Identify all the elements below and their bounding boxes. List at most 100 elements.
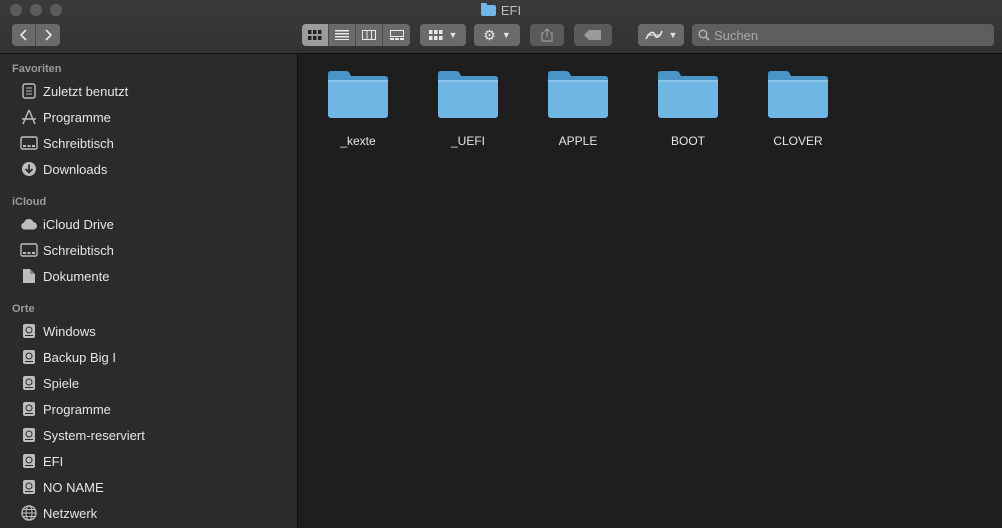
- folder-item[interactable]: CLOVER: [738, 70, 848, 150]
- tags-button[interactable]: [574, 24, 612, 46]
- chevron-right-icon: [45, 29, 53, 41]
- sidebar-item-no-name[interactable]: NO NAME: [20, 475, 104, 499]
- cloud-icon: [20, 215, 38, 233]
- sidebar-section-favorites: Favoriten: [12, 63, 62, 75]
- disk-icon: [20, 478, 38, 496]
- tag-icon: [584, 30, 601, 40]
- view-mode-control: [302, 24, 410, 46]
- search-icon: [698, 29, 710, 41]
- applications-icon: [20, 108, 38, 126]
- sidebar-section-icloud: iCloud: [12, 196, 47, 208]
- gallery-view-button[interactable]: [383, 24, 410, 46]
- folder-name: BOOT: [670, 134, 705, 148]
- sidebar-item-label: Programme: [43, 109, 111, 125]
- column-view-button[interactable]: [356, 24, 383, 46]
- grid-icon: [428, 30, 443, 40]
- sidebar-item-desktop[interactable]: Schreibtisch: [20, 131, 114, 155]
- disk-icon: [20, 426, 38, 444]
- list-view-icon: [335, 30, 349, 40]
- sidebar-item-label: Dokumente: [43, 268, 110, 284]
- icon-view-button[interactable]: [302, 24, 329, 46]
- sidebar-item-network[interactable]: Netzwerk: [20, 501, 97, 525]
- desktop-icon: [20, 241, 38, 259]
- sidebar-item-windows[interactable]: Windows: [20, 319, 96, 343]
- sidebar-item-downloads[interactable]: Downloads: [20, 157, 107, 181]
- chevron-down-icon: ▼: [448, 30, 458, 40]
- search-input[interactable]: [714, 24, 984, 46]
- sidebar-item-label: Schreibtisch: [43, 242, 114, 258]
- signature-icon: [644, 30, 663, 40]
- sidebar-item-label: Backup Big I: [43, 349, 116, 365]
- disk-icon: [20, 322, 38, 340]
- forward-button[interactable]: [36, 24, 60, 46]
- disk-icon: [20, 348, 38, 366]
- file-browser-content: _kexte _UEFI APPLE BOOT CLOVER: [298, 54, 1002, 528]
- sidebar-item-system-reserviert[interactable]: System-reserviert: [20, 423, 145, 447]
- sidebar-item-programme-disk[interactable]: Programme: [20, 397, 111, 421]
- window-title: EFI: [500, 3, 522, 18]
- folder-icon: [548, 71, 608, 118]
- gallery-view-icon: [389, 30, 404, 40]
- network-icon: [20, 504, 38, 522]
- folder-name: _UEFI: [450, 134, 485, 148]
- sidebar-item-label: Downloads: [43, 161, 108, 177]
- sidebar-item-label: System-reserviert: [43, 427, 145, 443]
- disk-icon: [20, 452, 38, 470]
- list-view-button[interactable]: [329, 24, 356, 46]
- folder-name: APPLE: [558, 134, 598, 148]
- finder-window: EFI ▼ ⚙ ▼ ▼ Suchen Favoriten Zuletzt ben…: [0, 0, 1002, 528]
- chevron-down-icon: ▼: [501, 30, 511, 40]
- folder-name: CLOVER: [773, 134, 823, 148]
- disk-icon: [20, 400, 38, 418]
- share-icon: [541, 28, 553, 42]
- window-title-area: EFI: [0, 3, 1002, 18]
- sidebar-section-locations: Orte: [12, 303, 35, 315]
- sidebar-item-label: EFI: [43, 453, 64, 469]
- sidebar-item-label: Windows: [43, 323, 96, 339]
- action-menu-button[interactable]: ⚙ ▼: [474, 24, 520, 46]
- folder-item[interactable]: APPLE: [518, 70, 628, 150]
- recents-icon: [20, 82, 38, 100]
- gear-icon: ⚙: [483, 26, 496, 43]
- sidebar-item-label: Programme: [43, 401, 111, 417]
- folder-icon: [658, 71, 718, 118]
- chevron-left-icon: [19, 29, 27, 41]
- sidebar-item-recents[interactable]: Zuletzt benutzt: [20, 79, 128, 103]
- toolbar: EFI ▼ ⚙ ▼ ▼ Suchen: [0, 0, 1002, 54]
- chevron-down-icon: ▼: [668, 30, 678, 40]
- sidebar-item-icloud-desktop[interactable]: Schreibtisch: [20, 238, 114, 262]
- folder-item[interactable]: _kexte: [298, 70, 408, 150]
- folder-item[interactable]: BOOT: [628, 70, 738, 150]
- sidebar-item-label: Schreibtisch: [43, 135, 114, 151]
- sidebar-item-spiele[interactable]: Spiele: [20, 371, 79, 395]
- sidebar-item-label: NO NAME: [43, 479, 104, 495]
- search-field[interactable]: [692, 24, 994, 46]
- navigation-buttons: [12, 24, 60, 46]
- sidebar-item-efi[interactable]: EFI: [20, 449, 63, 473]
- sidebar-item-icloud-drive[interactable]: iCloud Drive: [20, 212, 114, 236]
- icon-view-icon: [308, 30, 322, 40]
- folder-icon: [768, 71, 828, 118]
- folder-icon: [438, 71, 498, 118]
- sidebar-item-label: iCloud Drive: [43, 216, 114, 232]
- folder-item[interactable]: _UEFI: [408, 70, 518, 150]
- downloads-icon: [20, 160, 38, 178]
- sidebar-item-backup-big[interactable]: Backup Big I: [20, 345, 116, 369]
- disk-icon: [20, 374, 38, 392]
- folder-icon: [480, 3, 496, 16]
- sidebar-item-label: Spiele: [43, 375, 80, 391]
- sidebar: Favoriten Zuletzt benutzt Programme Schr…: [0, 54, 298, 528]
- folder-name: _kexte: [340, 134, 376, 148]
- sidebar-item-documents[interactable]: Dokumente: [20, 264, 109, 288]
- folder-icon: [328, 71, 388, 118]
- group-by-button[interactable]: ▼: [420, 24, 466, 46]
- column-view-icon: [362, 30, 376, 40]
- sidebar-item-applications[interactable]: Programme: [20, 105, 111, 129]
- sidebar-item-label: Zuletzt benutzt: [43, 83, 129, 99]
- desktop-icon: [20, 134, 38, 152]
- back-button[interactable]: [12, 24, 36, 46]
- sidebar-item-label: Netzwerk: [43, 505, 98, 521]
- quick-actions-button[interactable]: ▼: [638, 24, 684, 46]
- share-button[interactable]: [530, 24, 564, 46]
- documents-icon: [20, 267, 38, 285]
